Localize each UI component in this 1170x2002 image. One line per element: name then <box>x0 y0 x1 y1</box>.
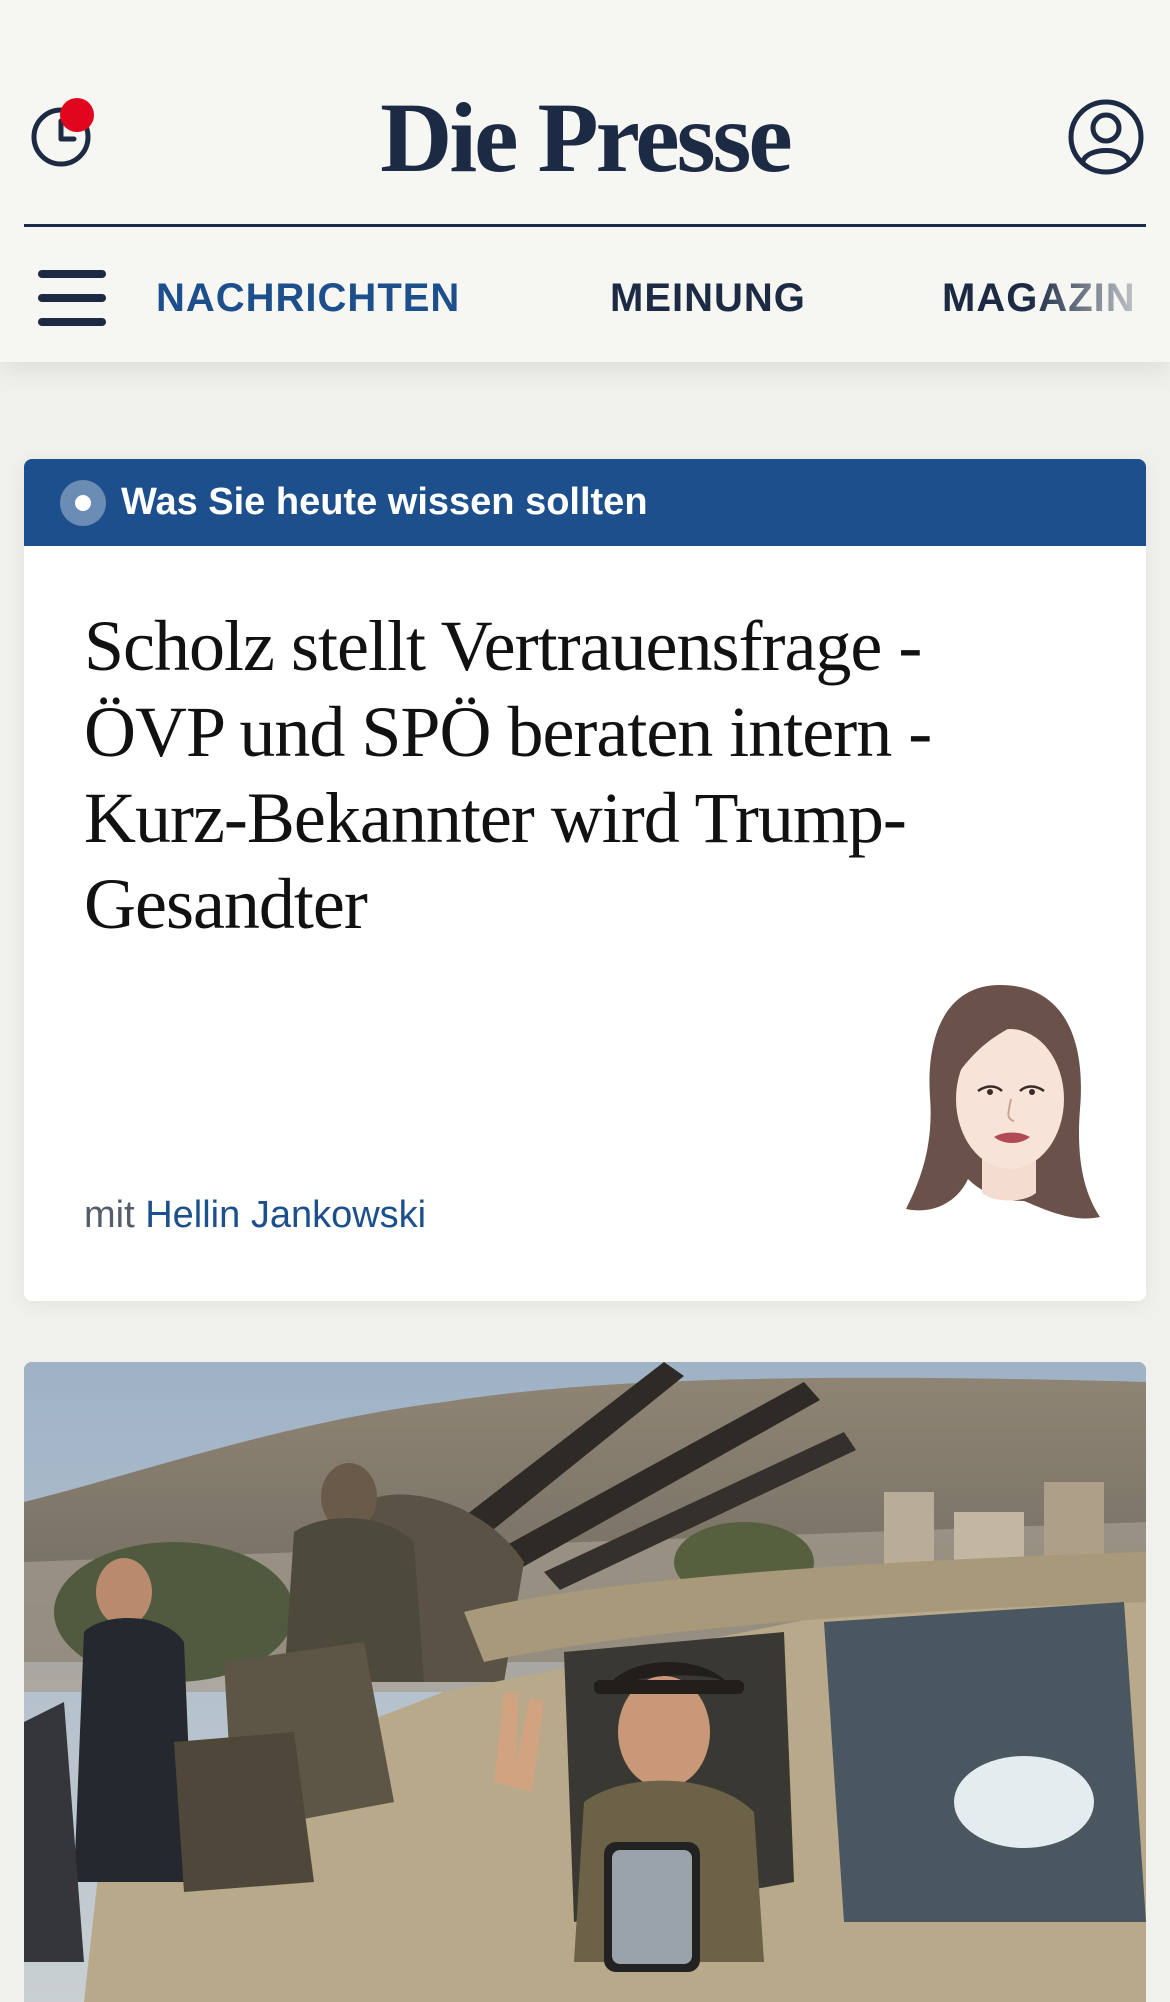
article-photo-card[interactable] <box>24 1362 1146 2002</box>
banner-label: Was Sie heute wissen sollten <box>121 481 648 523</box>
site-header: Die Presse NACHRICHTEN MEINUNG MAGAZIN <box>0 0 1170 362</box>
nav-item-nachrichten[interactable]: NACHRICHTEN <box>156 268 460 328</box>
header-divider <box>24 224 1146 227</box>
live-indicator-icon <box>60 480 106 526</box>
author-link[interactable]: Hellin Jankowski <box>145 1194 426 1236</box>
site-logo[interactable]: Die Presse <box>0 78 1170 198</box>
nav-item-meinung[interactable]: MEINUNG <box>610 268 806 328</box>
article-headline[interactable]: Scholz stellt Vertrauensfrage - ÖVP und … <box>84 603 1064 947</box>
account-button[interactable] <box>1066 97 1146 177</box>
menu-button[interactable] <box>38 270 106 326</box>
featured-briefing-card[interactable]: Was Sie heute wissen sollten Scholz stel… <box>24 459 1146 1301</box>
user-icon <box>1068 99 1144 175</box>
byline: mit Hellin Jankowski <box>84 1185 426 1245</box>
article-photo <box>24 1362 1146 2002</box>
section-nav: NACHRICHTEN MEINUNG MAGAZIN <box>156 268 1170 328</box>
briefing-banner: Was Sie heute wissen sollten <box>24 459 1146 546</box>
nav-scroll-fade <box>1030 268 1170 328</box>
hamburger-icon <box>38 270 106 278</box>
author-avatar <box>904 979 1114 1229</box>
byline-prefix: mit <box>84 1194 135 1236</box>
